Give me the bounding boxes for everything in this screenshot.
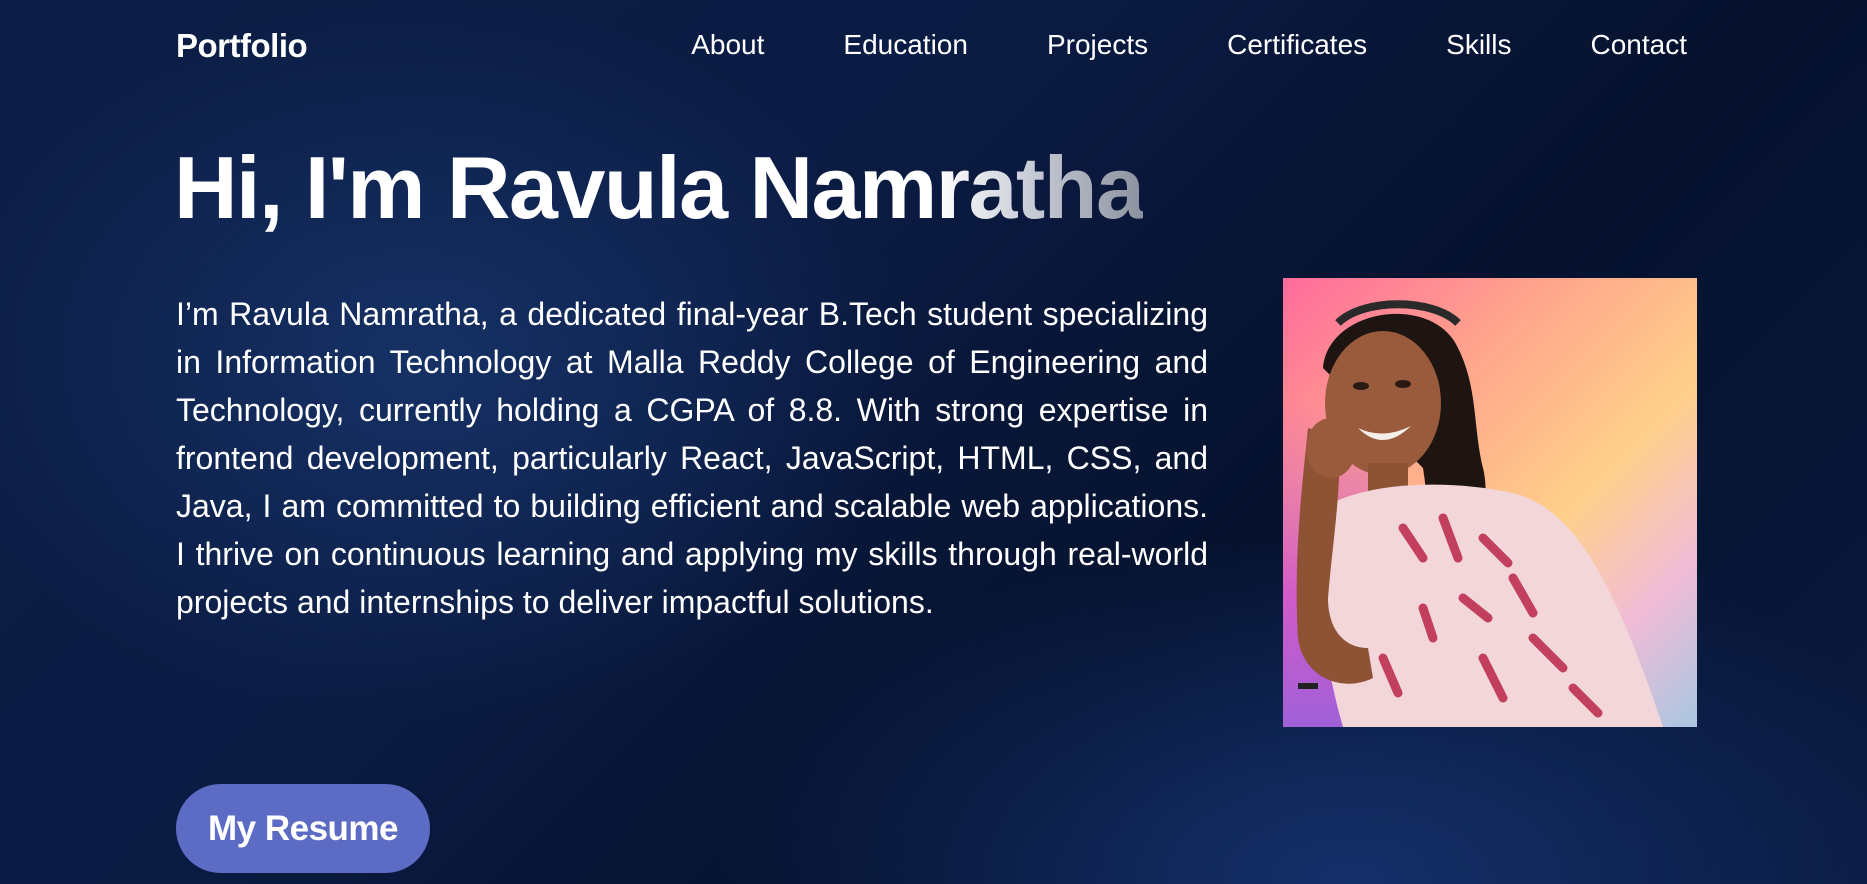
hero-heading: Hi, I'm Ravula Namratha — [174, 138, 1145, 237]
brand-logo-link[interactable]: Portfolio — [176, 27, 308, 65]
hero-heading-typing-text: ratha — [935, 138, 1145, 237]
nav-item-skills[interactable]: Skills — [1446, 29, 1511, 61]
nav-item-education[interactable]: Education — [843, 29, 968, 61]
nav-item-contact[interactable]: Contact — [1591, 29, 1688, 61]
nav-item-about[interactable]: About — [691, 29, 764, 61]
hero-description: I’m Ravula Namratha, a dedicated final-y… — [176, 296, 1208, 620]
nav-menu: About Education Projects Certificates Sk… — [691, 29, 1687, 61]
hero-heading-text: Hi, I'm Ravula Nam — [174, 138, 937, 237]
profile-photo — [1283, 278, 1697, 727]
top-navbar: Portfolio About Education Projects Certi… — [0, 0, 1867, 96]
nav-item-certificates[interactable]: Certificates — [1227, 29, 1367, 61]
profile-person-illustration — [1296, 300, 1663, 727]
nav-item-projects[interactable]: Projects — [1047, 29, 1148, 61]
my-resume-button[interactable]: My Resume — [176, 784, 430, 873]
